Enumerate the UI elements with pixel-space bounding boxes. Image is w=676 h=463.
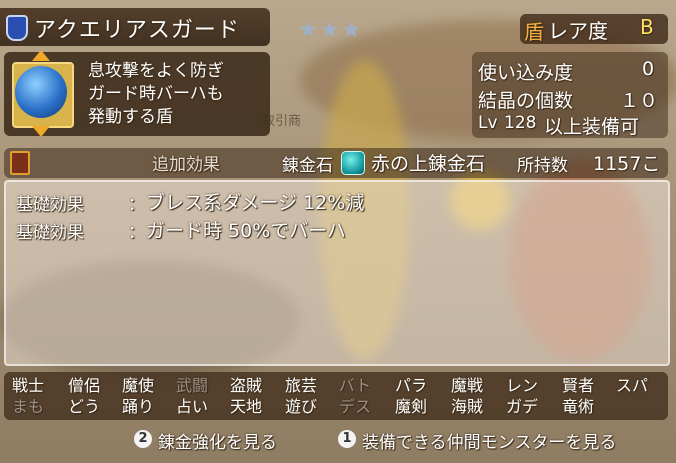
rarity-stars: ★★★	[298, 18, 364, 43]
level-value: 128	[504, 113, 537, 133]
effect-separator: ：	[128, 195, 145, 215]
crystal-label: 結晶の個数	[478, 90, 574, 112]
crystal-value: １０	[620, 90, 659, 112]
usage-value: 0	[642, 58, 655, 80]
owned-count-label: 所持数	[517, 156, 568, 176]
job-9: レン	[505, 376, 538, 395]
shield-rarity-icon: 盾	[524, 20, 544, 44]
job-14: 踊り	[121, 397, 154, 416]
job-5: 旅芸	[284, 376, 317, 395]
additional-effect-label: 追加効果	[152, 155, 220, 175]
next-item-arrow-icon[interactable]	[32, 126, 50, 137]
job-4: 盗賊	[229, 376, 262, 395]
shield-category-icon	[6, 15, 28, 41]
view-alchemy-button[interactable]: 錬金強化を見る	[158, 428, 277, 453]
alchemy-stone-label: 錬金石	[282, 156, 333, 176]
view-equippable-monsters-button[interactable]: 装備できる仲間モンスターを見る	[362, 428, 616, 453]
job-22: 竜術	[561, 397, 594, 416]
job-7: パラ	[394, 376, 427, 395]
description-line: ガード時バーハも	[88, 84, 224, 104]
rarity-label: レア度	[548, 19, 608, 43]
alchemy-stone-name: 赤の上錬金石	[371, 153, 486, 175]
level-prefix: Lv	[478, 113, 498, 133]
effect-separator: ：	[128, 223, 145, 243]
job-13: どう	[67, 397, 100, 416]
effect-label: 基礎効果	[16, 223, 84, 243]
job-12: まも	[11, 397, 44, 416]
job-20: 海賊	[450, 397, 483, 416]
effect-label: 基礎効果	[16, 195, 84, 215]
job-6: バト	[338, 376, 372, 395]
effect-text: ブレス系ダメージ 12%減	[146, 192, 365, 214]
book-icon[interactable]	[10, 151, 30, 175]
job-16: 天地	[229, 397, 262, 416]
aquarius-shield-icon	[15, 66, 67, 118]
level-suffix: 以上装備可	[544, 116, 640, 138]
effect-text: ガード時 50%でバーハ	[146, 220, 346, 242]
button-2-icon[interactable]: 2	[134, 430, 152, 448]
button-1-icon[interactable]: 1	[338, 430, 356, 448]
job-3: 武闘	[175, 376, 208, 395]
job-0: 戦士	[11, 376, 44, 395]
job-19: 魔剣	[394, 397, 427, 416]
job-15: 占い	[175, 397, 208, 416]
job-21: ガデ	[505, 397, 538, 416]
job-18: デス	[338, 397, 371, 416]
job-10: 賢者	[561, 376, 594, 395]
rarity-value: B	[640, 15, 654, 39]
job-1: 僧侶	[67, 376, 100, 395]
job-2: 魔使	[121, 376, 154, 395]
alchemy-row	[4, 148, 668, 178]
description-line: 息攻撃をよく防ぎ	[88, 61, 224, 81]
prev-item-arrow-icon[interactable]	[32, 50, 50, 61]
job-17: 遊び	[284, 397, 317, 416]
owned-count-value: 1157こ	[593, 153, 661, 175]
description-line: 発動する盾	[88, 107, 173, 127]
job-8: 魔戦	[450, 376, 483, 395]
item-name: アクエリアスガード	[34, 18, 240, 43]
job-11: スパ	[615, 376, 648, 395]
usage-label: 使い込み度	[478, 62, 574, 84]
alchemy-stone-icon	[341, 151, 365, 175]
